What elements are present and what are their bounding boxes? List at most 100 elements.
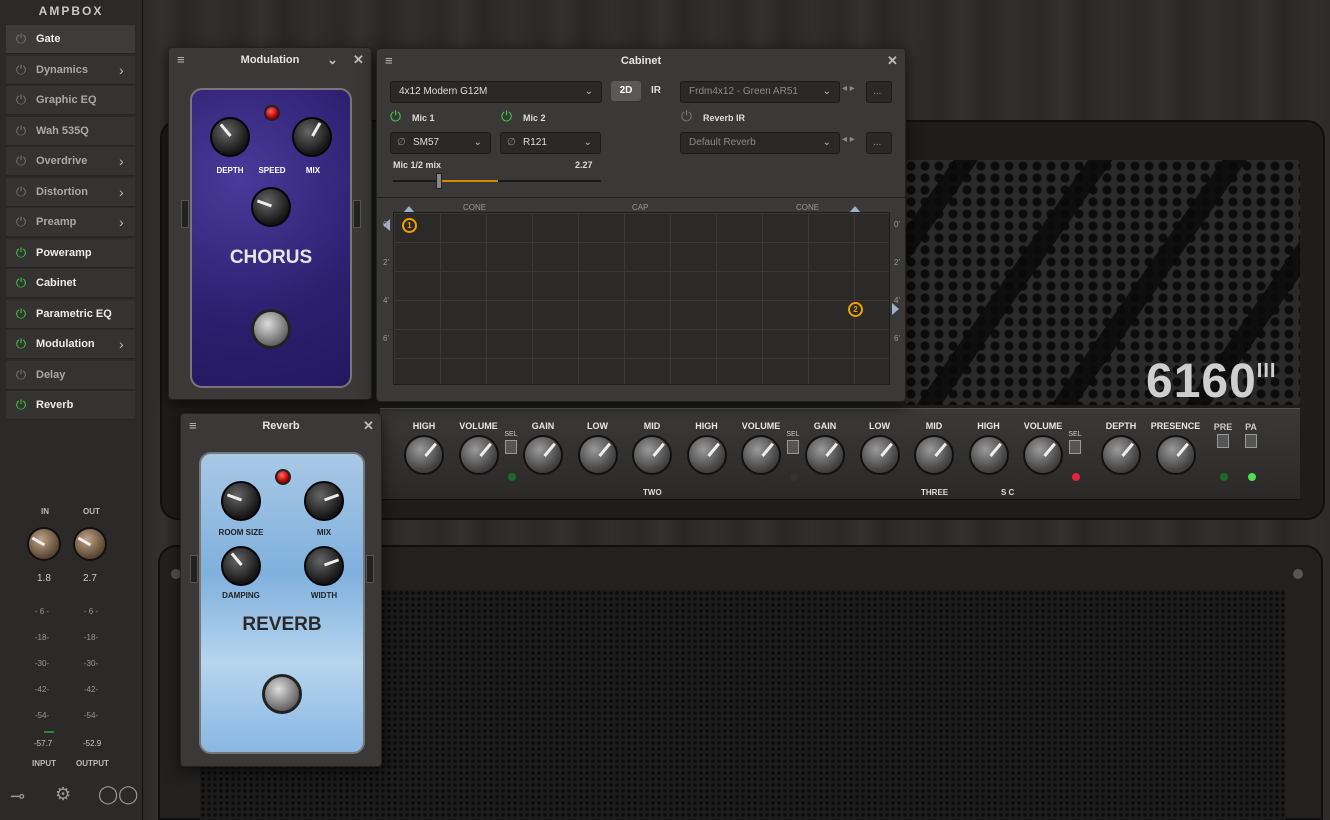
room-size-knob[interactable] xyxy=(221,481,261,521)
mic2-position-marker[interactable]: 2 xyxy=(848,302,863,317)
sidebar-item-cabinet[interactable]: ⏻ Cabinet xyxy=(6,269,135,298)
sidebar-item-overdrive[interactable]: ⏻ Overdrive › xyxy=(6,147,135,176)
mic1-model-select[interactable]: ∅ SM57 ⌄ xyxy=(390,132,491,154)
cabinet-model-select[interactable]: 4x12 Modern G12M ⌄ xyxy=(390,81,602,103)
chevron-down-icon[interactable]: ⌄ xyxy=(327,48,338,72)
speed-knob[interactable] xyxy=(251,187,291,227)
ir-more-button[interactable]: ... xyxy=(866,81,892,103)
modulation-panel-header: ≡ Modulation ⌄ ✕ xyxy=(169,48,371,72)
input-gain-knob[interactable] xyxy=(27,527,61,561)
tuner-fork-icon[interactable]: ⊸ xyxy=(10,786,25,807)
power-icon[interactable]: ⏻ xyxy=(6,275,36,291)
amp-pre-switch[interactable]: PRE xyxy=(1212,422,1234,448)
mic1-power-icon[interactable]: ⏻ xyxy=(390,108,401,125)
amp-knob-dial[interactable] xyxy=(914,435,954,475)
amp-mid-knob[interactable]: MID xyxy=(621,421,683,475)
power-icon[interactable]: ⏻ xyxy=(6,184,36,200)
channel-select-switch[interactable]: SEL xyxy=(782,431,804,454)
menu-icon[interactable]: ≡ xyxy=(177,48,185,72)
sidebar-item-graphic-eq[interactable]: ⏻ Graphic EQ xyxy=(6,86,135,115)
amp-knob-dial[interactable] xyxy=(686,435,727,475)
amp-knob-dial[interactable] xyxy=(1023,435,1063,475)
power-icon[interactable]: ⏻ xyxy=(6,306,36,322)
output-gain-knob[interactable] xyxy=(73,527,107,561)
amp-low-knob[interactable]: LOW xyxy=(849,421,911,475)
settings-gear-icon[interactable]: ⚙ xyxy=(55,784,71,805)
amp-knob-dial[interactable] xyxy=(523,435,563,475)
sidebar-item-gate[interactable]: ⏻ Gate xyxy=(6,25,135,54)
amp-knob-dial[interactable] xyxy=(741,435,781,475)
sel-switch-box[interactable] xyxy=(787,440,799,454)
amp-low-knob[interactable]: LOW xyxy=(567,421,629,475)
sel-switch-box[interactable] xyxy=(505,440,517,454)
amp-knob-dial[interactable] xyxy=(968,435,1009,475)
mix-knob[interactable] xyxy=(292,117,332,157)
reverb-footswitch[interactable] xyxy=(262,674,302,714)
power-icon[interactable]: ⏻ xyxy=(6,62,36,78)
damping-label: DAMPING xyxy=(222,591,260,600)
sidebar-item-preamp[interactable]: ⏻ Preamp › xyxy=(6,208,135,237)
mic2-model-select[interactable]: ∅ R121 ⌄ xyxy=(500,132,601,154)
switch-box[interactable] xyxy=(1217,434,1229,448)
channel-select-switch[interactable]: SEL xyxy=(500,431,522,454)
sidebar-item-parametric-eq[interactable]: ⏻ Parametric EQ xyxy=(6,299,135,329)
close-icon[interactable]: ✕ xyxy=(887,49,898,73)
amp-knob-dial[interactable] xyxy=(1155,435,1196,475)
close-icon[interactable]: ✕ xyxy=(353,48,364,72)
switch-box[interactable] xyxy=(1245,434,1257,448)
amp-knob-dial[interactable] xyxy=(458,435,499,475)
amp-mid-knob[interactable]: MID xyxy=(903,421,965,475)
amp-knob-dial[interactable] xyxy=(1101,435,1141,475)
power-icon[interactable]: ⏻ xyxy=(6,214,36,230)
menu-icon[interactable]: ≡ xyxy=(189,414,197,438)
reverb-ir-select[interactable]: Default Reverb ⌄ xyxy=(680,132,840,154)
compare-circles-icon[interactable]: ◯◯ xyxy=(98,784,138,805)
amp-depth-knob[interactable]: DEPTH xyxy=(1090,421,1152,475)
amp-knob-dial[interactable] xyxy=(805,435,845,475)
depth-knob[interactable] xyxy=(210,117,250,157)
power-icon[interactable]: ⏻ xyxy=(6,153,36,169)
mix-knob[interactable] xyxy=(304,481,344,521)
power-icon[interactable]: ⏻ xyxy=(6,31,36,47)
amp-knob-dial[interactable] xyxy=(404,435,444,475)
close-icon[interactable]: ✕ xyxy=(363,414,374,438)
amp-knob-dial[interactable] xyxy=(577,435,618,475)
power-icon[interactable]: ⏻ xyxy=(6,92,36,108)
chorus-footswitch[interactable] xyxy=(251,309,291,349)
power-icon[interactable]: ⏻ xyxy=(6,367,36,383)
power-icon[interactable]: ⏻ xyxy=(6,336,36,352)
sidebar-item-distortion[interactable]: ⏻ Distortion › xyxy=(6,177,135,207)
power-icon[interactable]: ⏻ xyxy=(6,397,36,413)
amp-knob-dial[interactable] xyxy=(859,435,900,475)
mic-position-grid[interactable] xyxy=(393,212,890,385)
mode-2d-button[interactable]: 2D xyxy=(611,81,641,101)
amp-presence-knob[interactable]: PRESENCE xyxy=(1145,421,1207,475)
ir-model-select[interactable]: Frdm4x12 - Green AR51 ⌄ xyxy=(680,81,840,103)
sidebar-item-reverb[interactable]: ⏻ Reverb xyxy=(6,391,135,420)
sidebar-item-modulation[interactable]: ⏻ Modulation › xyxy=(6,330,135,359)
reverb-ir-more-button[interactable]: ... xyxy=(866,132,892,154)
reverb-ir-prev-next-icon[interactable]: ◂ ▸ xyxy=(842,134,855,145)
menu-icon[interactable]: ≡ xyxy=(385,49,393,73)
mic2-power-icon[interactable]: ⏻ xyxy=(501,108,512,125)
channel-select-switch[interactable]: SEL xyxy=(1064,431,1086,454)
mode-ir-button[interactable]: IR xyxy=(644,81,668,101)
width-knob[interactable] xyxy=(304,546,344,586)
power-icon[interactable]: ⏻ xyxy=(6,123,36,139)
reverb-ir-power-icon[interactable]: ⏻ xyxy=(681,108,692,125)
amp-pa-switch[interactable]: PA xyxy=(1240,422,1262,448)
sidebar-item-wah-535q[interactable]: ⏻ Wah 535Q xyxy=(6,116,135,146)
sidebar-item-dynamics[interactable]: ⏻ Dynamics › xyxy=(6,55,135,85)
power-icon[interactable]: ⏻ xyxy=(6,245,36,261)
sidebar-item-delay[interactable]: ⏻ Delay xyxy=(6,360,135,390)
sel-switch-box[interactable] xyxy=(1069,440,1081,454)
amp-high-knob[interactable]: HIGH xyxy=(393,421,455,475)
mic-mix-slider-thumb[interactable] xyxy=(435,173,442,189)
ir-prev-next-icon[interactable]: ◂ ▸ xyxy=(842,83,855,94)
damping-knob[interactable] xyxy=(221,546,261,586)
sidebar-item-poweramp[interactable]: ⏻ Poweramp xyxy=(6,238,135,268)
mic1-position-marker[interactable]: 1 xyxy=(402,218,417,233)
amp-high-knob[interactable]: HIGH xyxy=(676,421,738,475)
amp-high-knob[interactable]: HIGH xyxy=(958,421,1020,475)
amp-knob-dial[interactable] xyxy=(632,435,672,475)
